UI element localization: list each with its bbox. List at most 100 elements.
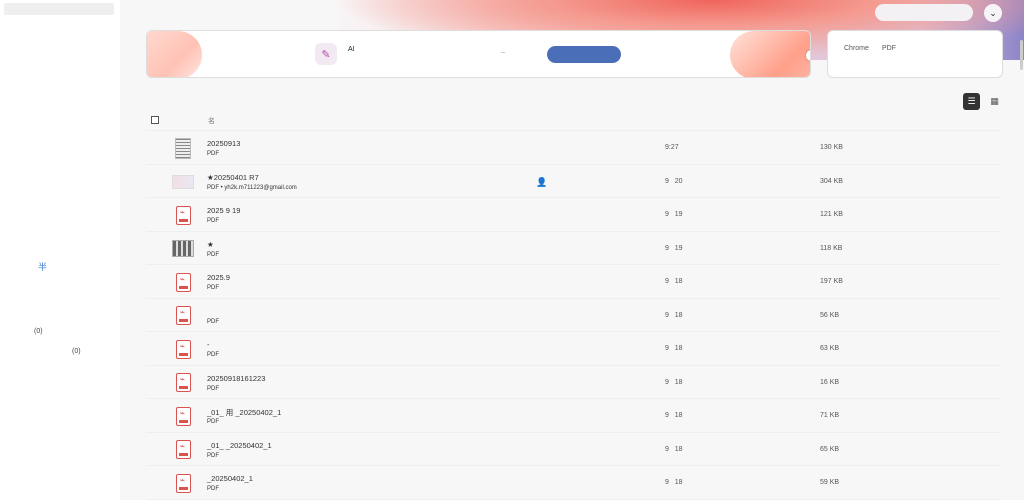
file-thumbnail [172,271,194,293]
file-thumbnail [172,372,194,394]
file-thumbnail [172,338,194,360]
file-name: 20250918161223 [207,373,266,383]
table-row[interactable]: _01_ 用 _20250402_1 PDF 9 18 71 KB [146,399,1001,433]
chrome-card-label: PDF [882,45,896,52]
file-name: ★ [207,239,214,249]
file-type: PDF [207,452,219,459]
file-size: 121 KB [820,211,843,218]
sidebar-count: (0) [34,328,43,335]
file-size: 65 KB [820,445,840,453]
file-type: PDF [207,352,219,358]
modified-date: 9 18 [665,445,683,453]
file-size: 16 KB [820,378,840,386]
chevron-right-icon: › [810,52,811,59]
table-row[interactable]: _01_ _20250402_1 PDF 9 18 65 KB [146,433,1001,466]
scrollbar[interactable] [1020,40,1023,70]
file-list: 20250913 PDF 9:27 130 KB ★20250401 R7 PDF • y… [146,131,1001,500]
table-row[interactable]: ★ PDF 9 19 118 KB [146,232,1001,265]
promo-cta-button[interactable] [547,46,621,63]
promo-next-button[interactable]: › [806,50,811,61]
table-row[interactable]: 20250918161223 PDF 9 18 16 KB [146,366,1001,399]
table-row[interactable]: ★20250401 R7 PDF • yh2k.m711223@gmail.com… [146,165,1001,198]
file-thumbnail [172,137,194,159]
sidebar-count: (0) [72,348,81,355]
thumbnail-image [172,240,194,257]
modified-date: 9 18 [665,278,683,285]
file-name: _01_ _20250402_1 [207,440,272,450]
modified-date: 9 19 [665,211,683,218]
modified-date: 9 20 [665,177,683,185]
chevron-down-icon: ⌄ [989,7,997,18]
file-thumbnail [172,405,194,427]
thumbnail-image [175,137,191,159]
pdf-file-icon [175,406,191,426]
file-type: PDF [207,486,219,492]
table-row[interactable]: _20250402_1 PDF 9 18 59 KB [146,466,1001,500]
promo-text: .. [501,48,505,55]
file-type: PDF [207,318,219,325]
file-size: 118 KB [820,244,843,252]
file-name: _20250402_1 [207,474,253,483]
ai-chat-icon: ✎ [315,43,337,65]
list-view-button[interactable]: ☰ [963,93,980,110]
modified-date: 9 18 [665,378,683,386]
file-list-header: 名 [146,110,1001,131]
sidebar-search-input[interactable] [4,3,114,15]
pdf-file-icon [175,339,191,359]
name-column-header[interactable]: 名 [208,116,215,126]
file-type: PDF [207,385,219,392]
table-row[interactable]: PDF 9 18 56 KB [146,299,1001,332]
sidebar: 半 (0) (0) [0,0,120,500]
file-size: 304 KB [820,177,843,185]
pdf-file-icon [175,473,191,493]
file-thumbnail [172,238,194,260]
file-type: PDF [207,285,219,291]
select-all-checkbox[interactable] [151,116,159,124]
file-size: 71 KB [820,412,840,419]
chrome-extension-card[interactable]: Chrome PDF [827,30,1003,78]
promo-decoration [730,31,810,77]
file-size: 59 KB [820,479,840,486]
sidebar-item-label[interactable]: 半 [38,260,47,273]
file-name: 2025 9 19 [207,206,241,215]
modified-date: 9 19 [665,244,683,252]
file-type: PDF [207,151,219,157]
account-menu-button[interactable]: ⌄ [984,4,1002,22]
file-name: 2025.9 [207,273,230,282]
promo-banner: ✎ AI .. › [146,30,811,78]
list-icon: ☰ [967,96,976,106]
table-row[interactable]: - PDF 9 18 63 KB [146,332,1001,366]
pdf-file-icon [175,440,191,459]
modified-date: 9:27 [665,144,679,151]
file-type: PDF [207,218,219,224]
table-row[interactable]: 2025.9 PDF 9 18 197 KB [146,265,1001,299]
file-name: 20250913 [207,139,241,148]
grid-view-button[interactable]: ▦ [986,93,1003,110]
chrome-card-label: Chrome [844,45,869,52]
table-row[interactable]: 20250913 PDF 9:27 130 KB [146,131,1001,165]
shared-user-icon: 👤 [536,176,548,187]
search-input[interactable] [875,4,973,21]
file-size: 197 KB [820,278,843,285]
file-thumbnail [172,439,194,461]
file-thumbnail [172,472,194,494]
promo-ai-label: AI [348,46,355,53]
file-type: PDF [207,251,219,258]
file-size: 56 KB [820,311,840,319]
file-type: PDF [207,419,219,425]
thumbnail-image [172,174,194,189]
pdf-file-icon [175,306,191,325]
file-thumbnail [172,171,194,193]
file-thumbnail [172,305,194,327]
grid-icon: ▦ [990,96,999,106]
pdf-file-icon [175,205,191,225]
file-size: 130 KB [820,144,843,151]
modified-date: 9 18 [665,479,683,486]
modified-date: 9 18 [665,345,683,352]
pdf-file-icon [175,272,191,292]
pdf-file-icon [175,373,191,392]
file-size: 63 KB [820,345,840,352]
file-name: _01_ 用 _20250402_1 [207,408,282,417]
table-row[interactable]: 2025 9 19 PDF 9 19 121 KB [146,198,1001,232]
modified-date: 9 18 [665,311,683,319]
